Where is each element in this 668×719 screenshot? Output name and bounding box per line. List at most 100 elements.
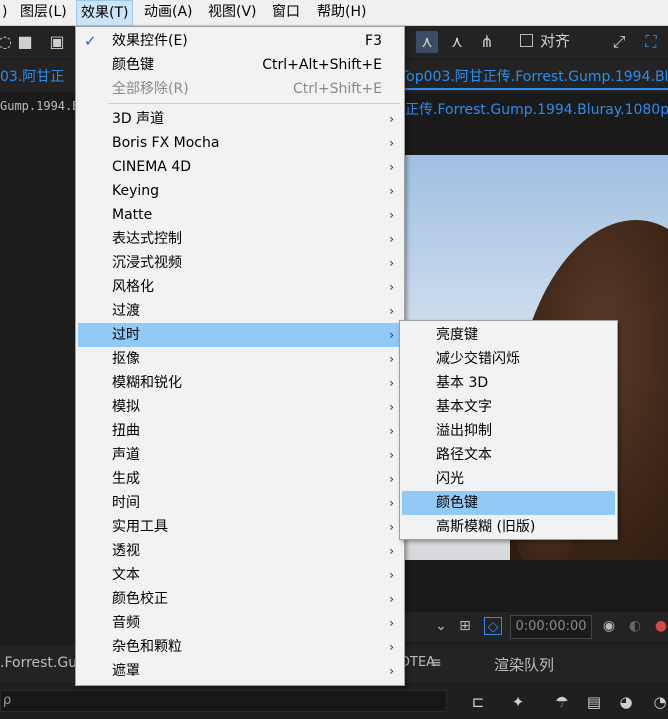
- menu-item-label: 过时: [112, 327, 140, 343]
- left-comp-breadcrumb[interactable]: Gump.1994.B: [0, 99, 79, 113]
- menu-item-matte[interactable]: Matte ›: [78, 203, 402, 227]
- menu-item-noise-grain[interactable]: 杂色和颗粒 ›: [78, 635, 402, 659]
- submenu-item-label: 闪光: [436, 471, 464, 487]
- menu-item-keying-cn[interactable]: 抠像 ›: [78, 347, 402, 371]
- region-of-interest-icon[interactable]: ◇: [484, 617, 502, 635]
- draft-3d-icon[interactable]: ✦: [508, 692, 528, 712]
- timecode-field[interactable]: 0:00:00:00: [510, 615, 592, 639]
- submenu-item-spill-suppressor[interactable]: 溢出抑制: [402, 419, 615, 443]
- menubar-item-effects[interactable]: 效果(T): [76, 0, 134, 26]
- menu-item-label: Matte: [112, 207, 153, 223]
- menu-item-label: Keying: [112, 183, 160, 199]
- menubar-item-window[interactable]: 窗口: [268, 0, 304, 25]
- submenu-item-color-key[interactable]: 颜色键: [402, 491, 615, 515]
- submenu-item-reduce-interlace-flicker[interactable]: 减少交错闪烁: [402, 347, 615, 371]
- composition-flowchart-icon[interactable]: ⊏: [468, 692, 488, 712]
- submenu-item-label: 高斯模糊 (旧版): [436, 519, 536, 535]
- panel-menu-icon[interactable]: ≡: [430, 655, 442, 671]
- menu-item-label: 模拟: [112, 399, 140, 415]
- pan-behind-tool-icon[interactable]: ▣: [46, 31, 68, 53]
- submenu-item-gaussian-blur-legacy[interactable]: 高斯模糊 (旧版): [402, 515, 615, 539]
- submenu-item-basic-text[interactable]: 基本文字: [402, 395, 615, 419]
- menu-item-label: 遮罩: [112, 663, 140, 679]
- submenu-item-label: 减少交错闪烁: [436, 351, 520, 367]
- right-comp-breadcrumb[interactable]: 正传.Forrest.Gump.1994.Bluray.1080p.x26: [405, 99, 668, 119]
- camera-tool-icon[interactable]: ■: [14, 31, 36, 53]
- layer-search-input[interactable]: ρ: [0, 690, 447, 712]
- menu-item-color-correction[interactable]: 颜色校正 ›: [78, 587, 402, 611]
- menubar-item-help[interactable]: 帮助(H): [313, 0, 370, 25]
- fit-frame-icon[interactable]: ⛶: [640, 31, 662, 53]
- menu-item-cinema-4d[interactable]: CINEMA 4D ›: [78, 155, 402, 179]
- graph-editor-icon[interactable]: ◔: [650, 692, 668, 712]
- right-comp-tab[interactable]: Top003.阿甘正传.Forrest.Gump.1994.Blura: [400, 66, 668, 86]
- menu-item-effect-controls[interactable]: ✓ 效果控件(E) F3: [78, 29, 402, 53]
- menu-item-label: 颜色校正: [112, 591, 168, 607]
- render-queue-tab[interactable]: 渲染队列: [494, 654, 554, 675]
- motion-blur-icon[interactable]: ◕: [616, 692, 636, 712]
- menubar-item-animation[interactable]: 动画(A): [140, 0, 197, 25]
- menu-item-label: 全部移除(R): [112, 81, 189, 97]
- menu-item-utility[interactable]: 实用工具 ›: [78, 515, 402, 539]
- menu-item-label: 效果控件(E): [112, 33, 188, 49]
- menu-item-obsolete[interactable]: 过时 ›: [78, 323, 402, 347]
- left-comp-tab[interactable]: 03.阿甘正: [0, 66, 64, 86]
- frame-blending-icon[interactable]: ▤: [584, 692, 604, 712]
- menu-item-generate[interactable]: 生成 ›: [78, 467, 402, 491]
- menu-item-simulation[interactable]: 模拟 ›: [78, 395, 402, 419]
- menu-item-label: CINEMA 4D: [112, 159, 192, 175]
- menu-item-label: 生成: [112, 471, 140, 487]
- menu-item-time[interactable]: 时间 ›: [78, 491, 402, 515]
- snap-checkbox[interactable]: [520, 34, 533, 47]
- menu-item-label: 扭曲: [112, 423, 140, 439]
- axis-world-icon[interactable]: ⋏: [446, 31, 468, 53]
- menu-item-text[interactable]: 文本 ›: [78, 563, 402, 587]
- color-channels-icon[interactable]: ●: [652, 617, 668, 635]
- chevron-right-icon: ›: [389, 592, 394, 606]
- submenu-item-label: 基本 3D: [436, 375, 489, 391]
- menu-item-expression-controls[interactable]: 表达式控制 ›: [78, 227, 402, 251]
- chevron-down-icon[interactable]: ⌄: [432, 617, 450, 635]
- chevron-right-icon: ›: [389, 568, 394, 582]
- chevron-right-icon: ›: [389, 208, 394, 222]
- expand-tool-icon[interactable]: ⤢: [608, 31, 630, 53]
- menu-item-last-effect[interactable]: 颜色键 Ctrl+Alt+Shift+E: [78, 53, 402, 77]
- menu-item-label: 实用工具: [112, 519, 168, 535]
- grid-overlay-icon[interactable]: ⊞: [456, 617, 474, 635]
- menu-item-matte-cn[interactable]: 遮罩 ›: [78, 659, 402, 683]
- active-tab-underline: [405, 88, 668, 90]
- menu-item-label: 过渡: [112, 303, 140, 319]
- timeline-comp-tab[interactable]: .Forrest.Gun: [0, 655, 86, 671]
- menu-item-audio[interactable]: 音频 ›: [78, 611, 402, 635]
- submenu-item-basic-3d[interactable]: 基本 3D: [402, 371, 615, 395]
- menu-item-channel[interactable]: 声道 ›: [78, 443, 402, 467]
- menu-item-stylize[interactable]: 风格化 ›: [78, 275, 402, 299]
- menu-item-distort[interactable]: 扭曲 ›: [78, 419, 402, 443]
- menu-item-transition[interactable]: 过渡 ›: [78, 299, 402, 323]
- axis-local-icon[interactable]: ⋏: [416, 31, 438, 53]
- menubar-item-layer[interactable]: 图层(L): [16, 0, 71, 25]
- axis-view-icon[interactable]: ⋔: [476, 31, 498, 53]
- show-snapshot-icon[interactable]: ◐: [626, 617, 644, 635]
- chevron-right-icon: ›: [389, 136, 394, 150]
- menubar-item-partial[interactable]: ): [0, 0, 11, 25]
- menu-item-perspective[interactable]: 透视 ›: [78, 539, 402, 563]
- chevron-right-icon: ›: [389, 352, 394, 366]
- menu-item-immersive-video[interactable]: 沉浸式视频 ›: [78, 251, 402, 275]
- menu-item-label: 音频: [112, 615, 140, 631]
- menu-item-keying[interactable]: Keying ›: [78, 179, 402, 203]
- submenu-item-lightning[interactable]: 闪光: [402, 467, 615, 491]
- chevron-right-icon: ›: [389, 376, 394, 390]
- hide-shy-layers-icon[interactable]: ☂: [552, 692, 572, 712]
- chevron-right-icon: ›: [389, 520, 394, 534]
- submenu-item-luma-key[interactable]: 亮度键: [402, 323, 615, 347]
- menu-item-label: 模糊和锐化: [112, 375, 182, 391]
- chevron-right-icon: ›: [389, 496, 394, 510]
- menu-item-label: 杂色和颗粒: [112, 639, 182, 655]
- snapshot-camera-icon[interactable]: ◉: [600, 617, 618, 635]
- submenu-item-path-text[interactable]: 路径文本: [402, 443, 615, 467]
- menubar-item-view[interactable]: 视图(V): [204, 0, 261, 25]
- menu-item-blur-sharpen[interactable]: 模糊和锐化 ›: [78, 371, 402, 395]
- menu-item-boris-fx-mocha[interactable]: Boris FX Mocha ›: [78, 131, 402, 155]
- menu-item-3d-channel[interactable]: 3D 声道 ›: [78, 107, 402, 131]
